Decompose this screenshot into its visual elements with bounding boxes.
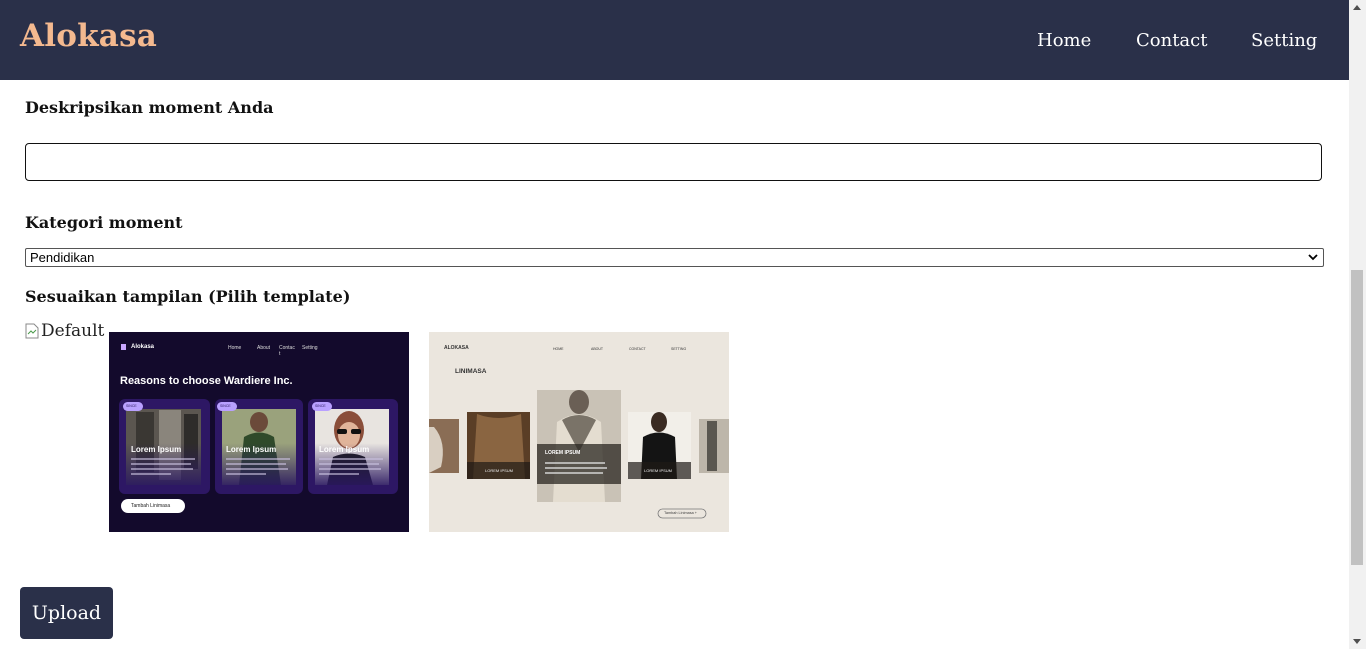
tpl1-card-2-title: Lorem Ipsum [226, 445, 277, 454]
tpl1-logo-icon [121, 344, 126, 350]
tpl1-brand: Alokasa [131, 344, 155, 350]
scroll-down-arrow-icon[interactable] [1353, 639, 1361, 644]
default-template-option[interactable]: Default [25, 321, 104, 341]
tpl1-heading: Reasons to choose Wardiere Inc. [120, 375, 293, 387]
tpl1-nav-setting: Setting [302, 345, 318, 351]
template-dark-preview [119, 344, 398, 513]
nav-contact-link[interactable]: Contact [1136, 30, 1207, 51]
nav-setting-link[interactable]: Setting [1251, 30, 1317, 51]
tpl1-tag-1-text: SINCE [126, 404, 137, 408]
brand-logo[interactable]: Alokasa [20, 18, 157, 54]
template-light-preview [429, 390, 729, 519]
tpl1-card-1-title: Lorem Ipsum [131, 445, 182, 454]
tpl2-brand: ALOKASA [444, 345, 469, 351]
template-option-dark[interactable]: Alokasa Home About Contac t Setting Reas… [109, 332, 409, 532]
category-selected-value: Pendidikan [30, 250, 95, 265]
tpl1-tag-3-text: SINCE [315, 404, 326, 408]
tpl1-tag-2-text: SINCE [220, 404, 231, 408]
tpl2-card-label-3: LOREM IPSUM [644, 468, 673, 473]
category-label: Kategori moment [25, 213, 183, 232]
scroll-up-arrow-icon[interactable] [1353, 5, 1361, 10]
tpl2-card-label-1: LOREM IPSUM [485, 468, 514, 473]
description-label: Deskripsikan moment Anda [25, 98, 274, 117]
chevron-down-icon [1308, 254, 1318, 261]
tpl1-nav-contact: Contac t [279, 345, 295, 357]
tpl1-add-button-label: Tambah Linimasa [131, 503, 171, 509]
top-navbar: Alokasa Home Contact Setting [0, 0, 1349, 80]
nav-home-link[interactable]: Home [1037, 30, 1091, 51]
tpl1-card-3-title: Lorem Ipsum [319, 445, 370, 454]
upload-button[interactable]: Upload [20, 587, 113, 639]
default-template-alt-text: Default [41, 321, 105, 341]
tpl2-nav-contact: CONTACT [629, 347, 646, 351]
tpl2-nav-setting: SETTING [671, 347, 687, 351]
description-input[interactable] [25, 143, 1322, 181]
tpl2-card-label-2: LOREM IPSUM [545, 450, 581, 456]
tpl2-add-button-label: Tambah Linimasa + [664, 511, 698, 515]
scroll-thumb[interactable] [1351, 270, 1363, 565]
tpl2-nav-about: ABOUT [591, 347, 604, 351]
broken-image-icon [25, 323, 39, 339]
category-select[interactable]: Pendidikan [25, 248, 1324, 267]
tpl2-heading: LINIMASA [455, 368, 487, 375]
tpl1-nav-about: About [257, 345, 271, 351]
tpl1-nav-home: Home [228, 345, 242, 351]
page-scrollbar[interactable] [1349, 0, 1366, 649]
template-option-light[interactable]: ALOKASA HOME ABOUT CONTACT SETTING LINIM… [429, 332, 729, 532]
template-label: Sesuaikan tampilan (Pilih template) [25, 287, 351, 306]
tpl2-nav-home: HOME [553, 347, 564, 351]
